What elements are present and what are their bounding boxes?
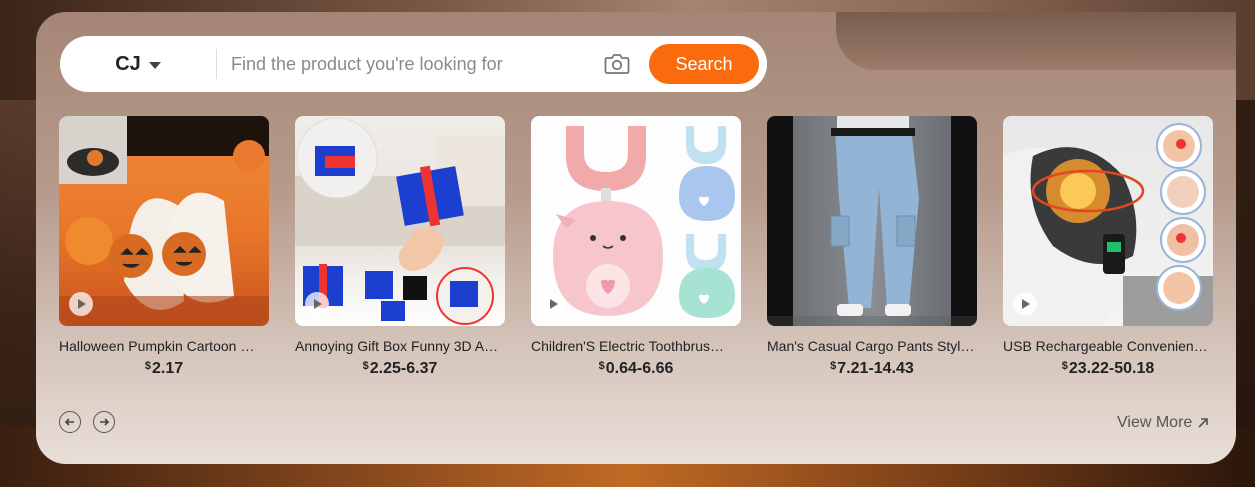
camera-icon[interactable] — [603, 50, 631, 78]
cargo-jeans-illustration — [767, 116, 977, 326]
pumpkin-slippers-illustration — [59, 116, 269, 326]
currency-symbol: $ — [1061, 360, 1068, 372]
product-card[interactable]: USB Rechargeable Convenien… $23.22-50.18 — [1003, 116, 1213, 378]
product-title: Halloween Pumpkin Cartoon … — [59, 338, 255, 354]
product-title: Children'S Electric Toothbrus… — [531, 338, 725, 354]
arrow-up-right-icon — [1198, 418, 1209, 428]
product-price: $2.25-6.37 — [295, 360, 505, 378]
currency-symbol: $ — [598, 360, 605, 372]
view-more-link[interactable]: View More — [1117, 414, 1210, 432]
currency-symbol: $ — [362, 360, 369, 372]
arrow-left-icon — [64, 418, 74, 426]
store-select-label: CJ — [115, 52, 141, 75]
product-card[interactable]: Children'S Electric Toothbrus… $0.64-6.6… — [531, 116, 741, 378]
price-value: 0.64-6.66 — [605, 360, 674, 377]
product-carousel: Halloween Pumpkin Cartoon … $2.17 Annoyi… — [59, 116, 1219, 386]
product-title: Man's Casual Cargo Pants Styl… — [767, 338, 975, 354]
product-card[interactable]: Man's Casual Cargo Pants Styl… $7.21-14.… — [767, 116, 977, 378]
heated-shoulder-brace-illustration — [1003, 123, 1213, 326]
currency-symbol: $ — [830, 360, 837, 372]
product-image — [531, 116, 741, 326]
store-select[interactable]: CJ — [60, 36, 216, 92]
product-card[interactable]: Annoying Gift Box Funny 3D A… $2.25-6.37 — [295, 116, 505, 378]
product-title: USB Rechargeable Convenien… — [1003, 338, 1208, 354]
product-image — [295, 116, 505, 326]
carousel-pager — [59, 411, 115, 433]
next-button[interactable] — [93, 411, 115, 433]
currency-symbol: $ — [144, 360, 151, 372]
toothbrush-illustration — [553, 126, 735, 318]
arrow-right-icon — [100, 418, 110, 426]
chevron-down-icon — [148, 61, 161, 69]
product-image — [59, 116, 269, 326]
play-icon — [1013, 292, 1037, 316]
search-button[interactable]: Search — [649, 44, 759, 84]
product-price: $2.17 — [59, 360, 269, 378]
product-price: $0.64-6.66 — [531, 360, 741, 378]
view-more-label: View More — [1117, 414, 1193, 431]
product-title: Annoying Gift Box Funny 3D A… — [295, 338, 499, 354]
product-price: $7.21-14.43 — [767, 360, 977, 378]
play-icon — [541, 292, 565, 316]
search-bar: CJ Search — [60, 36, 767, 92]
gift-box-illustration — [295, 117, 505, 325]
product-image — [767, 116, 977, 326]
price-value: 7.21-14.43 — [837, 360, 914, 377]
product-image — [1003, 116, 1213, 326]
play-icon — [305, 292, 329, 316]
price-value: 2.17 — [151, 360, 184, 377]
product-card[interactable]: Halloween Pumpkin Cartoon … $2.17 — [59, 116, 269, 378]
previous-button[interactable] — [59, 411, 81, 433]
price-value: 2.25-6.37 — [369, 360, 438, 377]
search-input[interactable] — [217, 43, 603, 85]
price-value: 23.22-50.18 — [1068, 360, 1155, 377]
product-price: $23.22-50.18 — [1003, 360, 1213, 378]
panel-notch — [836, 12, 1236, 70]
play-icon — [69, 292, 93, 316]
